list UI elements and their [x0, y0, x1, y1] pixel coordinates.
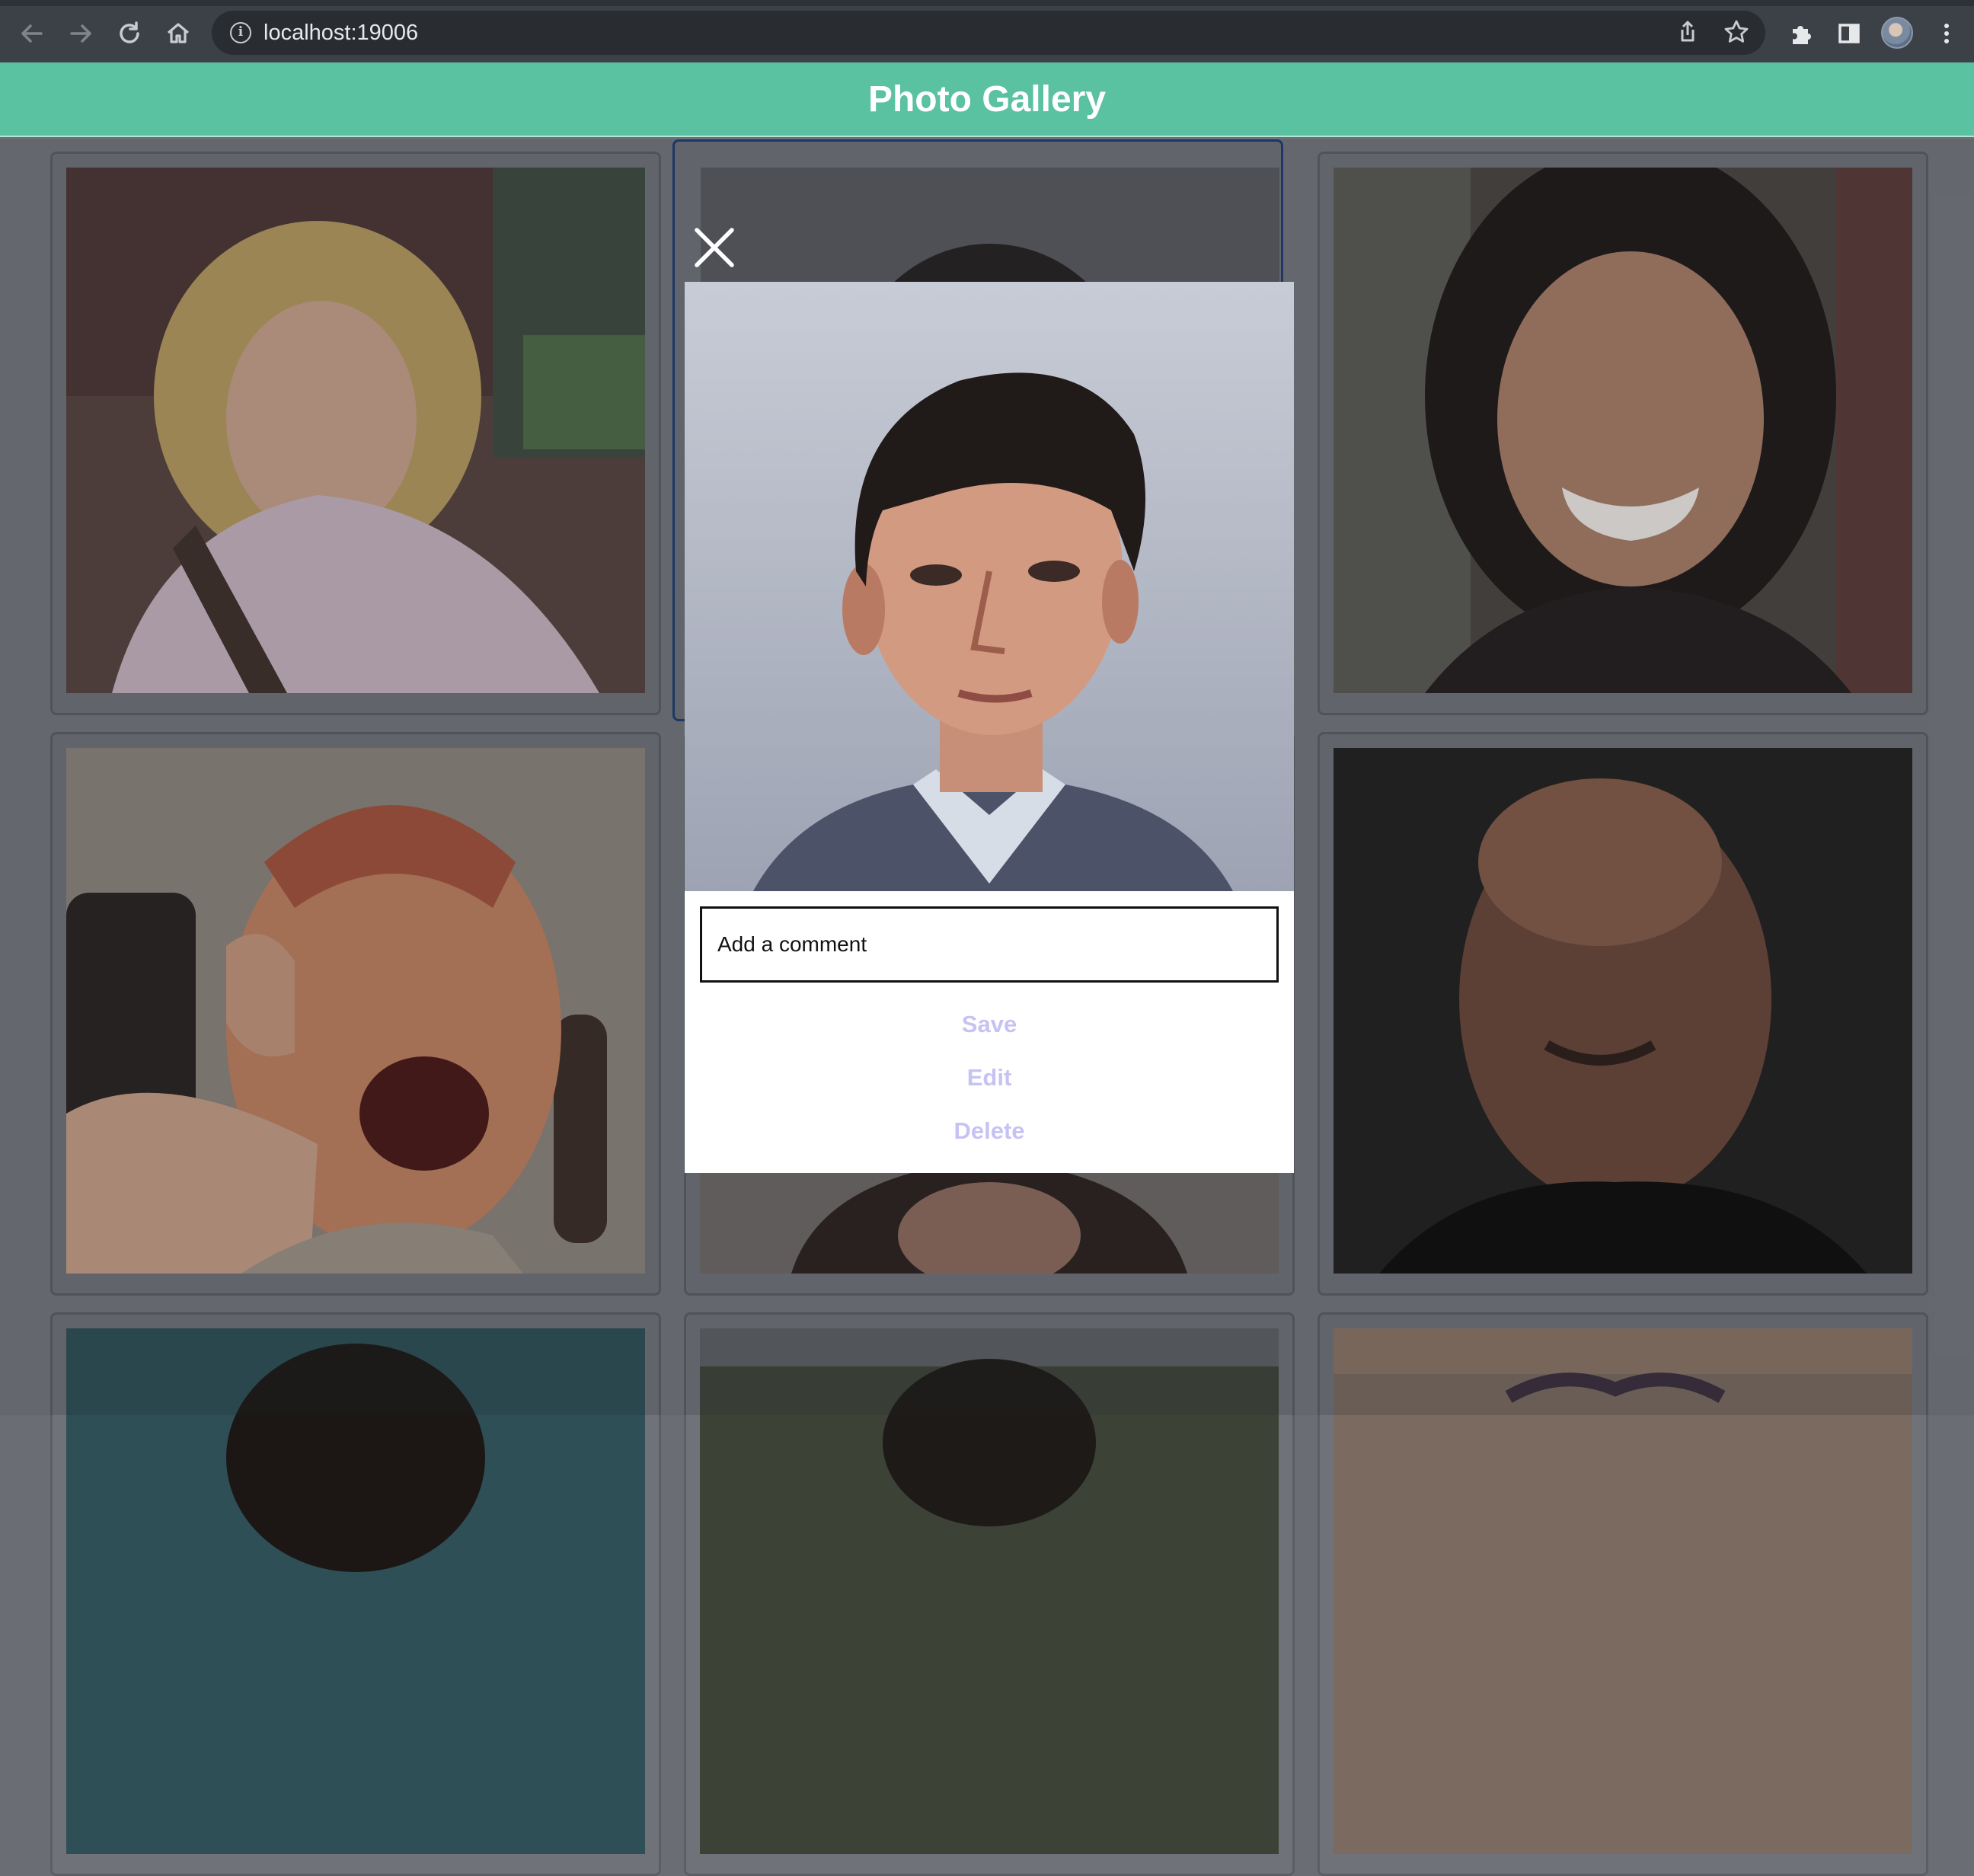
gallery-photo[interactable] [700, 1328, 1279, 1854]
extensions-icon[interactable] [1784, 17, 1817, 50]
sidepanel-icon[interactable] [1832, 17, 1866, 50]
gallery-photo[interactable] [1334, 168, 1912, 693]
gallery-card[interactable] [50, 732, 661, 1296]
gallery-photo[interactable] [1334, 1328, 1912, 1854]
star-icon[interactable] [1721, 17, 1752, 47]
modal-photo [685, 282, 1294, 891]
page-title: Photo Gallery [867, 79, 1107, 120]
url-text[interactable]: localhost:19006 [264, 21, 418, 46]
gallery-photo[interactable] [66, 1328, 645, 1854]
gallery-card[interactable] [1318, 152, 1928, 715]
gallery-card[interactable] [684, 1312, 1295, 1876]
delete-button[interactable]: Delete [685, 1108, 1294, 1154]
address-bar[interactable]: i localhost:19006 [212, 11, 1765, 55]
close-icon[interactable] [692, 225, 736, 270]
app-header: Photo Gallery [0, 62, 1974, 137]
menu-icon[interactable] [1930, 17, 1963, 50]
edit-button[interactable]: Edit [685, 1055, 1294, 1101]
home-icon[interactable] [161, 17, 195, 50]
gallery-card[interactable] [50, 1312, 661, 1876]
save-button[interactable]: Save [685, 1002, 1294, 1047]
photo-modal: Save Edit Delete [685, 282, 1294, 1173]
gallery-photo[interactable] [66, 748, 645, 1274]
info-icon[interactable]: i [230, 22, 251, 43]
browser-toolbar: i localhost:19006 [0, 0, 1974, 62]
forward-icon[interactable] [64, 17, 97, 50]
gallery-photo[interactable] [66, 168, 645, 693]
gallery-card[interactable] [1318, 732, 1928, 1296]
back-icon[interactable] [15, 17, 49, 50]
tab-strip [0, 0, 1974, 6]
reload-icon[interactable] [113, 17, 146, 50]
gallery-card[interactable] [50, 152, 661, 715]
gallery-card[interactable] [1318, 1312, 1928, 1876]
share-icon[interactable] [1672, 17, 1703, 47]
comment-input[interactable] [700, 906, 1279, 983]
gallery-photo[interactable] [1334, 748, 1912, 1274]
profile-avatar[interactable] [1881, 17, 1913, 49]
